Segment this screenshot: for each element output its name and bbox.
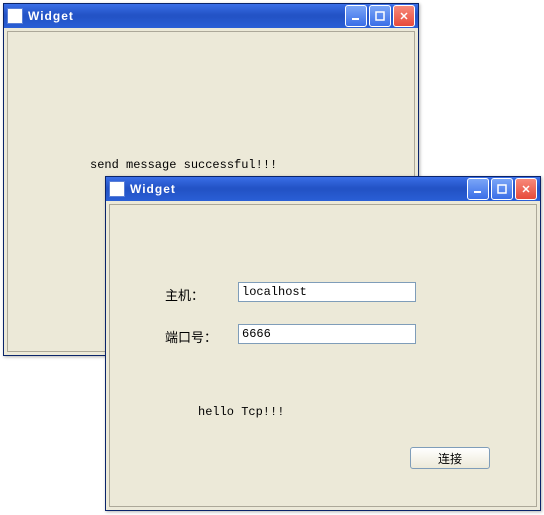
- window-client: Widget 主机： 端口号： hello Tcp!!! 连接: [105, 176, 541, 511]
- port-label: 端口号：: [165, 327, 217, 346]
- status-message: send message successful!!!: [90, 158, 277, 172]
- minimize-button[interactable]: [345, 5, 367, 27]
- minimize-button[interactable]: [467, 178, 489, 200]
- host-label: 主机：: [165, 285, 204, 304]
- maximize-button[interactable]: [491, 178, 513, 200]
- client-area: 主机： 端口号： hello Tcp!!! 连接: [109, 204, 537, 507]
- status-message: hello Tcp!!!: [198, 405, 284, 419]
- connect-button[interactable]: 连接: [410, 447, 490, 469]
- window-title: Widget: [28, 9, 345, 23]
- maximize-button[interactable]: [369, 5, 391, 27]
- close-button[interactable]: [515, 178, 537, 200]
- port-input[interactable]: [238, 324, 416, 344]
- app-icon: [7, 8, 23, 24]
- titlebar[interactable]: Widget: [4, 4, 418, 28]
- app-icon: [109, 181, 125, 197]
- close-button[interactable]: [393, 5, 415, 27]
- window-title: Widget: [130, 182, 467, 196]
- titlebar[interactable]: Widget: [106, 177, 540, 201]
- host-input[interactable]: [238, 282, 416, 302]
